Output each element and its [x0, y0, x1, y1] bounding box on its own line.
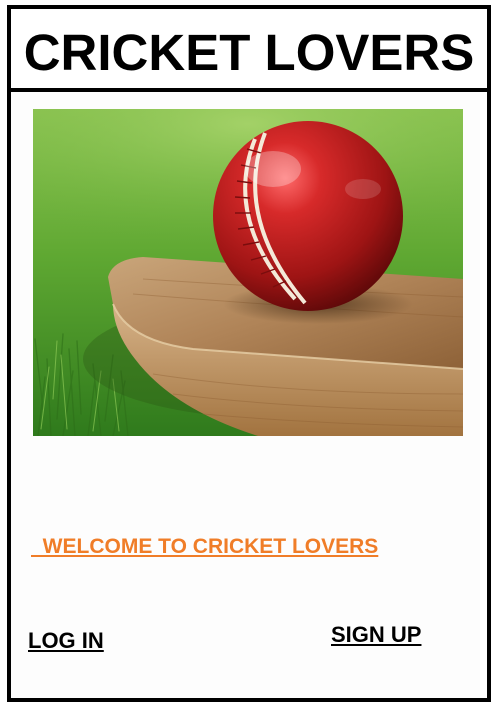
login-link[interactable]: LOG IN [28, 628, 104, 654]
cricket-ball-on-bat-image [33, 109, 463, 436]
app-frame: CRICKET LOVERS WELCOME TO CRICKET LOVERS… [7, 5, 491, 702]
welcome-link[interactable]: WELCOME TO CRICKET LOVERS [31, 535, 441, 559]
app-header: CRICKET LOVERS [11, 9, 487, 92]
signup-link[interactable]: SIGN UP [331, 622, 421, 648]
app-title: CRICKET LOVERS [23, 24, 475, 81]
